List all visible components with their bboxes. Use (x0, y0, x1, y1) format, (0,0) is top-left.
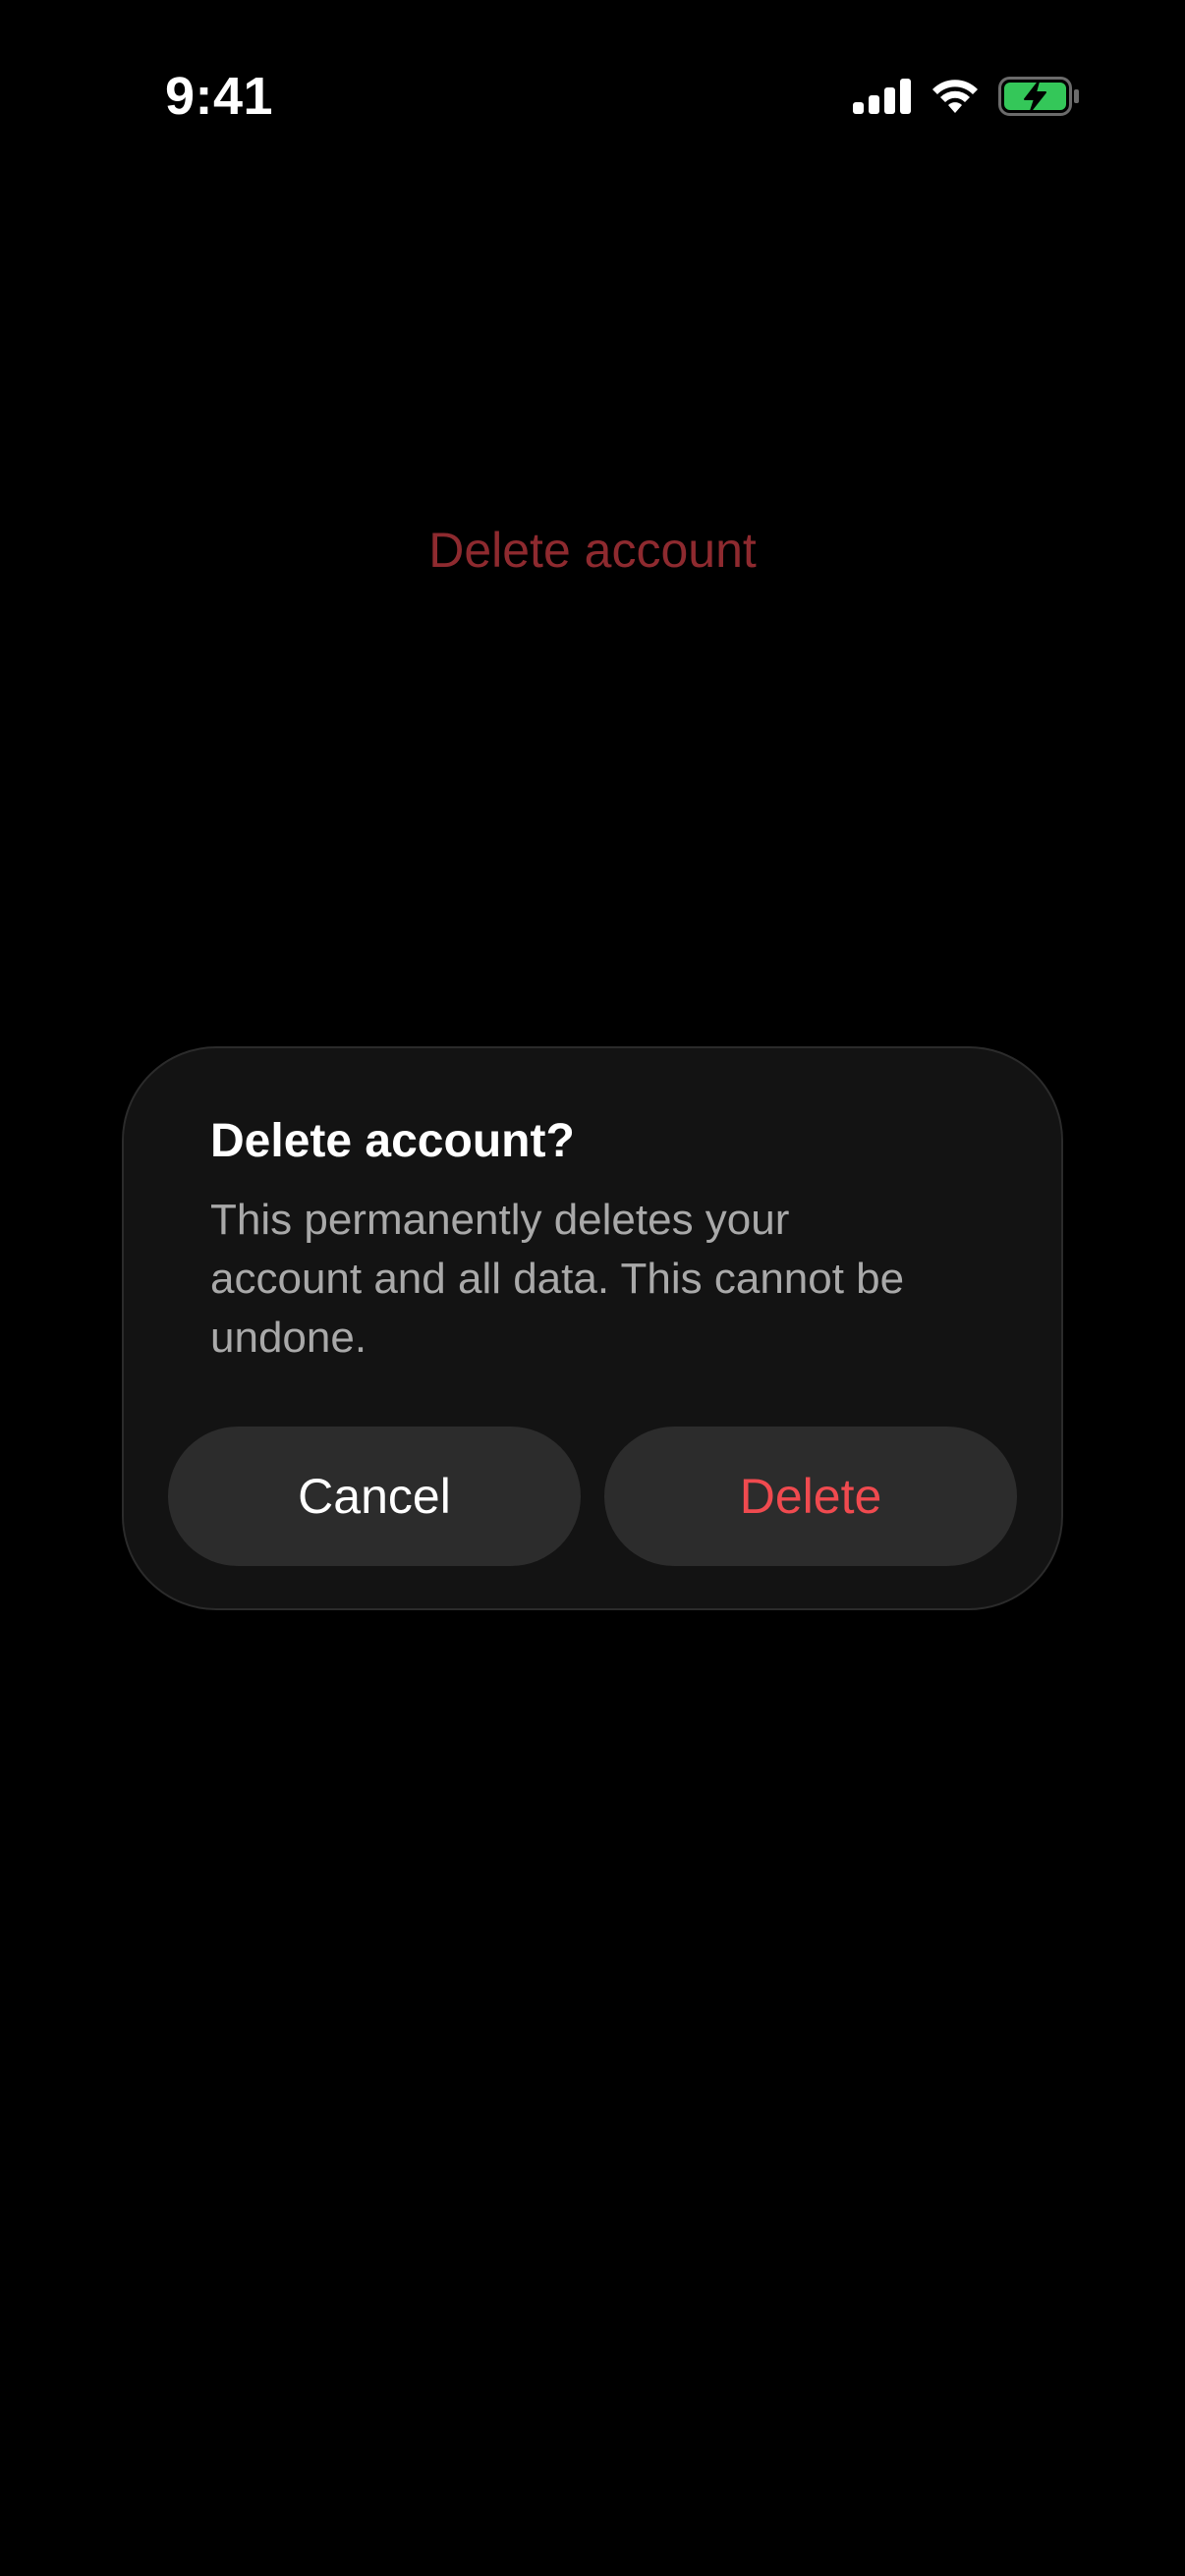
delete-account-dialog: Delete account? This permanently deletes… (122, 1046, 1063, 1610)
dialog-message: This permanently deletes your account an… (210, 1191, 996, 1368)
delete-button[interactable]: Delete (604, 1427, 1017, 1566)
cancel-button[interactable]: Cancel (168, 1427, 581, 1566)
dialog-message-line: account and all data. This cannot be (210, 1255, 905, 1303)
dialog-message-line: This permanently deletes your (210, 1196, 790, 1244)
dialog-message-line: undone. (210, 1314, 367, 1362)
dialog-title: Delete account? (210, 1115, 575, 1167)
